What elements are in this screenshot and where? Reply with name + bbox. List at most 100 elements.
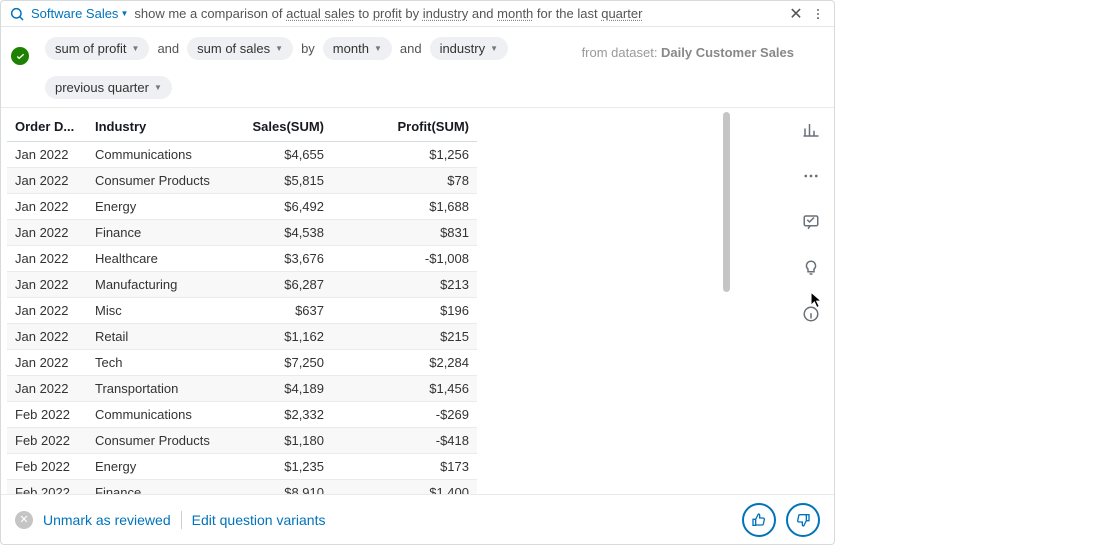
cell-sales: $8,910 [237, 480, 332, 495]
action-rail [786, 108, 834, 494]
cell-industry: Energy [87, 194, 237, 220]
topic-label: Software Sales [31, 6, 118, 21]
table-row[interactable]: Feb 2022Consumer Products$1,180-$418 [7, 428, 477, 454]
cell-industry: Communications [87, 402, 237, 428]
table-row[interactable]: Jan 2022Manufacturing$6,287$213 [7, 272, 477, 298]
insight-icon[interactable] [797, 254, 825, 282]
kebab-menu-icon[interactable] [810, 6, 826, 22]
cell-sales: $1,180 [237, 428, 332, 454]
cell-profit: $831 [332, 220, 477, 246]
topic-select[interactable]: Software Sales ▼ [31, 6, 128, 21]
table-scroll[interactable]: Order D... Industry Sales(SUM) Profit(SU… [1, 108, 786, 494]
chevron-down-icon: ▼ [120, 9, 128, 18]
col-sales-sum[interactable]: Sales(SUM) [237, 112, 332, 142]
cell-sales: $4,655 [237, 142, 332, 168]
chip-previous-quarter[interactable]: previous quarter▼ [45, 76, 172, 99]
cell-industry: Healthcare [87, 246, 237, 272]
review-footer: ✕ Unmark as reviewed Edit question varia… [1, 494, 834, 544]
table-row[interactable]: Feb 2022Finance$8,910$1,400 [7, 480, 477, 495]
cell-sales: $1,235 [237, 454, 332, 480]
cell-order-date: Feb 2022 [7, 428, 87, 454]
cell-profit: $2,284 [332, 350, 477, 376]
chip-sum-sales[interactable]: sum of sales▼ [187, 37, 293, 60]
cell-industry: Retail [87, 324, 237, 350]
thumbs-up-button[interactable] [742, 503, 776, 537]
info-icon[interactable] [797, 300, 825, 328]
cell-sales: $5,815 [237, 168, 332, 194]
chevron-down-icon: ▼ [132, 44, 140, 53]
table-row[interactable]: Jan 2022Finance$4,538$831 [7, 220, 477, 246]
cell-sales: $3,676 [237, 246, 332, 272]
cell-industry: Manufacturing [87, 272, 237, 298]
cell-industry: Consumer Products [87, 168, 237, 194]
table-row[interactable]: Feb 2022Energy$1,235$173 [7, 454, 477, 480]
cell-industry: Finance [87, 220, 237, 246]
results-table: Order D... Industry Sales(SUM) Profit(SU… [7, 112, 477, 494]
table-row[interactable]: Jan 2022Misc$637$196 [7, 298, 477, 324]
table-row[interactable]: Jan 2022Retail$1,162$215 [7, 324, 477, 350]
cell-sales: $4,538 [237, 220, 332, 246]
q-answer-panel: Software Sales ▼ show me a comparison of… [0, 0, 835, 545]
dataset-source-label: from dataset: Daily Customer Sales [582, 45, 794, 60]
connector-by: by [301, 41, 315, 56]
cell-sales: $7,250 [237, 350, 332, 376]
table-row[interactable]: Jan 2022Healthcare$3,676-$1,008 [7, 246, 477, 272]
cell-industry: Consumer Products [87, 428, 237, 454]
cell-sales: $1,162 [237, 324, 332, 350]
chevron-down-icon: ▼ [275, 44, 283, 53]
cell-profit: $78 [332, 168, 477, 194]
table-row[interactable]: Feb 2022Communications$2,332-$269 [7, 402, 477, 428]
cell-sales: $6,492 [237, 194, 332, 220]
cell-profit: -$418 [332, 428, 477, 454]
cell-industry: Finance [87, 480, 237, 495]
cell-order-date: Jan 2022 [7, 324, 87, 350]
table-row[interactable]: Jan 2022Tech$7,250$2,284 [7, 350, 477, 376]
table-row[interactable]: Jan 2022Consumer Products$5,815$78 [7, 168, 477, 194]
cell-profit: $1,456 [332, 376, 477, 402]
cell-industry: Communications [87, 142, 237, 168]
col-order-date[interactable]: Order D... [7, 112, 87, 142]
chips-container: sum of profit▼ and sum of sales▼ by mont… [45, 33, 824, 99]
chip-sum-profit[interactable]: sum of profit▼ [45, 37, 149, 60]
cell-profit: $1,256 [332, 142, 477, 168]
cell-sales: $4,189 [237, 376, 332, 402]
cell-profit: -$269 [332, 402, 477, 428]
chevron-down-icon: ▼ [154, 83, 162, 92]
cell-order-date: Jan 2022 [7, 142, 87, 168]
col-profit-sum[interactable]: Profit(SUM) [332, 112, 477, 142]
cell-profit: $213 [332, 272, 477, 298]
cell-profit: $215 [332, 324, 477, 350]
cell-order-date: Jan 2022 [7, 376, 87, 402]
chip-month[interactable]: month▼ [323, 37, 392, 60]
cell-order-date: Feb 2022 [7, 454, 87, 480]
chart-type-icon[interactable] [797, 116, 825, 144]
cell-industry: Misc [87, 298, 237, 324]
unmark-reviewed-link[interactable]: Unmark as reviewed [43, 512, 171, 528]
separator [181, 511, 182, 529]
query-bar: Software Sales ▼ show me a comparison of… [1, 1, 834, 27]
scrollbar-thumb[interactable] [723, 112, 730, 292]
content-area: Order D... Industry Sales(SUM) Profit(SU… [1, 108, 834, 494]
edit-variants-link[interactable]: Edit question variants [192, 512, 326, 528]
table-row[interactable]: Jan 2022Communications$4,655$1,256 [7, 142, 477, 168]
cell-profit: $1,688 [332, 194, 477, 220]
chevron-down-icon: ▼ [490, 44, 498, 53]
thumbs-down-button[interactable] [786, 503, 820, 537]
cell-order-date: Feb 2022 [7, 480, 87, 495]
more-actions-icon[interactable] [797, 162, 825, 190]
cell-order-date: Jan 2022 [7, 168, 87, 194]
unmark-x-icon[interactable]: ✕ [15, 511, 33, 529]
connector-and: and [157, 41, 179, 56]
query-text[interactable]: show me a comparison of actual sales to … [134, 6, 782, 21]
cell-industry: Transportation [87, 376, 237, 402]
chip-industry[interactable]: industry▼ [430, 37, 508, 60]
cell-order-date: Feb 2022 [7, 402, 87, 428]
cell-order-date: Jan 2022 [7, 350, 87, 376]
col-industry[interactable]: Industry [87, 112, 237, 142]
feedback-icon[interactable] [797, 208, 825, 236]
cell-order-date: Jan 2022 [7, 298, 87, 324]
cell-order-date: Jan 2022 [7, 220, 87, 246]
table-row[interactable]: Jan 2022Transportation$4,189$1,456 [7, 376, 477, 402]
table-row[interactable]: Jan 2022Energy$6,492$1,688 [7, 194, 477, 220]
close-icon[interactable]: ✕ [788, 6, 804, 22]
